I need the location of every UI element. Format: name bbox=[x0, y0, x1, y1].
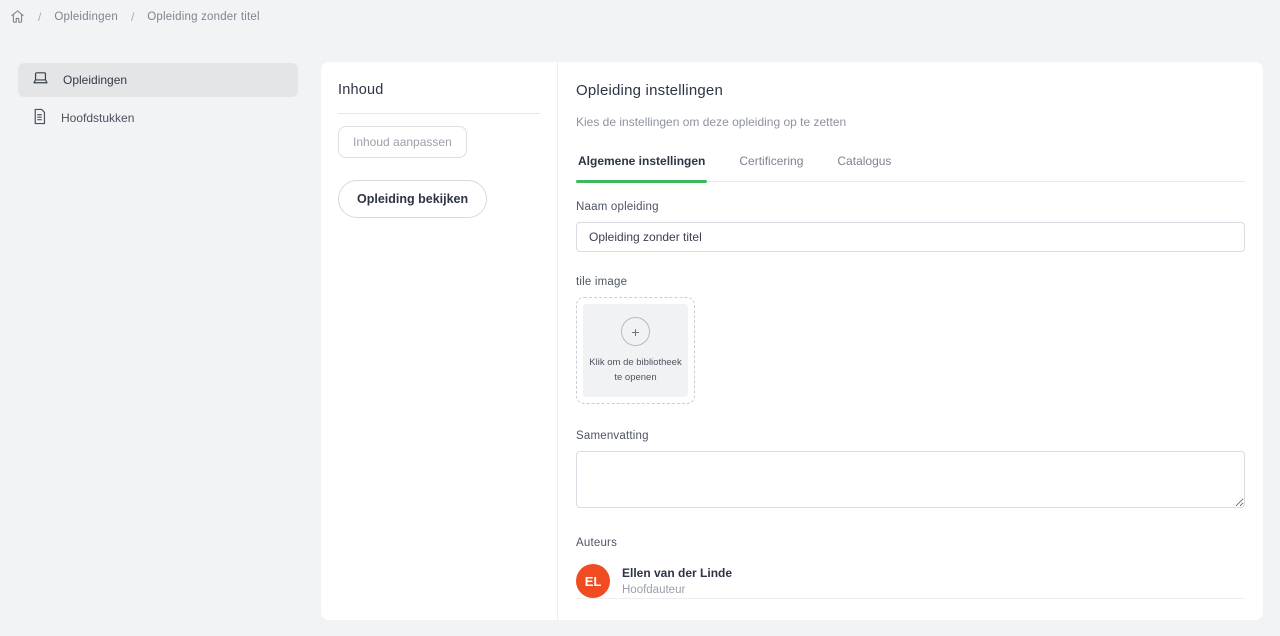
main-card: Inhoud Inhoud aanpassen Opleiding bekijk… bbox=[321, 62, 1263, 620]
tab-catalogus[interactable]: Catalogus bbox=[835, 152, 893, 181]
upload-hint-line1: Klik om de bibliotheek bbox=[589, 356, 682, 371]
plus-icon: + bbox=[621, 317, 650, 346]
summary-textarea[interactable] bbox=[576, 451, 1245, 508]
tile-image-field-group: tile image + Klik om de bibliotheek te o… bbox=[576, 276, 1245, 404]
document-icon bbox=[32, 108, 47, 128]
laptop-icon bbox=[32, 71, 49, 89]
settings-footer: Annuleren Opslaan bbox=[576, 598, 1245, 620]
sidebar-item-label: Opleidingen bbox=[63, 73, 127, 87]
sidebar-item-hoofdstukken[interactable]: Hoofdstukken bbox=[18, 101, 298, 135]
content-panel-divider bbox=[338, 113, 540, 114]
settings-subtitle: Kies de instellingen om deze opleiding o… bbox=[576, 115, 1245, 129]
tab-certificering[interactable]: Certificering bbox=[737, 152, 805, 181]
breadcrumb-item-opleidingen[interactable]: Opleidingen bbox=[54, 11, 118, 23]
breadcrumb: / Opleidingen / Opleiding zonder titel bbox=[0, 0, 1280, 45]
settings-tabs: Algemene instellingen Certificering Cata… bbox=[576, 152, 1245, 182]
author-role: Hoofdauteur bbox=[622, 584, 732, 596]
content-panel-title: Inhoud bbox=[338, 82, 540, 98]
author-info: Ellen van der Linde Hoofdauteur bbox=[622, 566, 732, 596]
tile-image-upload-area[interactable]: + Klik om de bibliotheek te openen bbox=[576, 297, 695, 404]
name-field-label: Naam opleiding bbox=[576, 201, 1245, 213]
upload-hint-line2: te openen bbox=[589, 371, 682, 386]
summary-field-group: Samenvatting bbox=[576, 430, 1245, 513]
breadcrumb-item-current[interactable]: Opleiding zonder titel bbox=[147, 11, 259, 23]
breadcrumb-separator: / bbox=[38, 10, 41, 24]
sidebar: Opleidingen Hoofdstukken bbox=[0, 62, 321, 620]
authors-section: Auteurs EL Ellen van der Linde Hoofdaute… bbox=[576, 537, 1245, 598]
view-course-button[interactable]: Opleiding bekijken bbox=[338, 180, 487, 218]
sidebar-item-opleidingen[interactable]: Opleidingen bbox=[18, 63, 298, 97]
authors-label: Auteurs bbox=[576, 537, 1245, 549]
edit-content-button[interactable]: Inhoud aanpassen bbox=[338, 126, 467, 158]
author-row: EL Ellen van der Linde Hoofdauteur bbox=[576, 564, 1245, 598]
content-panel: Inhoud Inhoud aanpassen Opleiding bekijk… bbox=[321, 62, 558, 620]
name-field-group: Naam opleiding bbox=[576, 201, 1245, 252]
home-icon[interactable] bbox=[10, 9, 25, 24]
tile-image-label: tile image bbox=[576, 276, 1245, 288]
settings-form: Naam opleiding tile image + Klik om de b… bbox=[576, 201, 1245, 598]
settings-panel: Opleiding instellingen Kies de instellin… bbox=[558, 62, 1263, 620]
breadcrumb-separator: / bbox=[131, 10, 134, 24]
author-avatar: EL bbox=[576, 564, 610, 598]
tile-image-upload-inner: + Klik om de bibliotheek te openen bbox=[583, 304, 688, 397]
author-name: Ellen van der Linde bbox=[622, 566, 732, 580]
tab-algemene-instellingen[interactable]: Algemene instellingen bbox=[576, 152, 707, 181]
settings-title: Opleiding instellingen bbox=[576, 82, 1245, 99]
upload-hint-text: Klik om de bibliotheek te openen bbox=[589, 356, 682, 385]
main-layout: Opleidingen Hoofdstukken Inhoud Inhoud a… bbox=[0, 62, 1280, 620]
course-name-input[interactable] bbox=[576, 222, 1245, 252]
summary-label: Samenvatting bbox=[576, 430, 1245, 442]
sidebar-item-label: Hoofdstukken bbox=[61, 111, 134, 125]
